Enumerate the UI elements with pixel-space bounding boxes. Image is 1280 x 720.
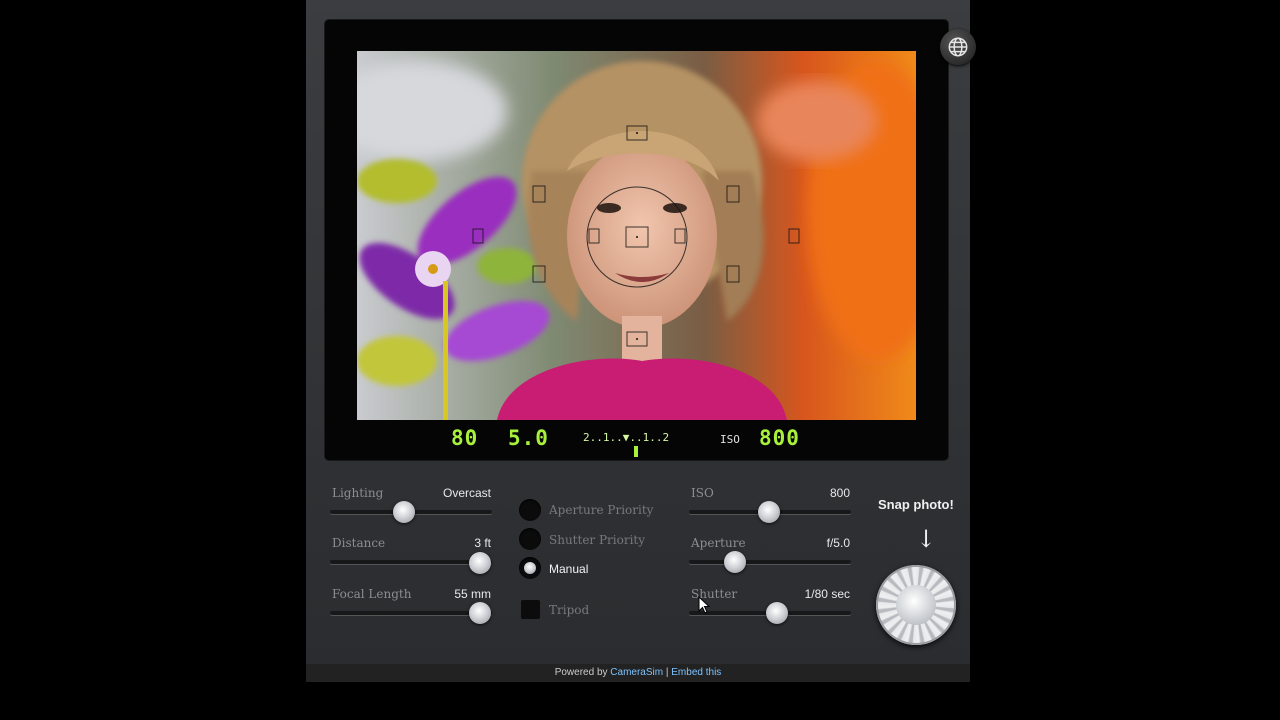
shutter-value: 1/80 sec [804, 587, 850, 601]
distance-label: Distance [332, 536, 386, 550]
mode-shutter-priority-radio[interactable] [519, 528, 541, 550]
tripod-checkbox[interactable] [521, 600, 540, 619]
distance-slider-knob[interactable] [468, 552, 491, 574]
aperture-label: Aperture [691, 536, 746, 550]
distance-slider-track[interactable] [330, 560, 492, 564]
globe-icon[interactable] [940, 29, 976, 65]
exposure-meter-scale: 2..1..▼..1..2 [583, 431, 670, 444]
aperture-slider-track[interactable] [689, 560, 851, 564]
viewfinder: 80 5.0 2..1..▼..1..2 ISO 800 [325, 20, 976, 460]
footer-separator: | [665, 667, 669, 678]
iso-slider-knob[interactable] [757, 501, 780, 523]
readout-shutter: 80 [451, 426, 479, 450]
focal-length-slider-track[interactable] [330, 611, 492, 615]
snap-photo-button[interactable] [876, 565, 956, 645]
snap-photo-label: Snap photo! [878, 497, 954, 512]
camerasim-link[interactable]: CameraSim [610, 667, 663, 678]
shutter-slider-knob[interactable] [766, 602, 788, 624]
readout-iso-label: ISO [720, 433, 740, 446]
mode-aperture-priority-radio[interactable] [519, 499, 541, 521]
iso-label: ISO [691, 486, 714, 500]
focal-length-slider-knob[interactable] [468, 602, 491, 624]
lighting-slider-knob[interactable] [393, 501, 415, 523]
footer-powered-by: Powered by [554, 667, 608, 678]
mode-shutter-priority-label[interactable]: Shutter Priority [549, 533, 645, 547]
mode-aperture-priority-label[interactable]: Aperture Priority [549, 503, 653, 517]
distance-value: 3 ft [474, 536, 491, 550]
readout-aperture: 5.0 [508, 426, 549, 450]
iso-value: 800 [829, 486, 850, 500]
aperture-value: f/5.0 [826, 536, 850, 550]
exposure-readout: 80 5.0 2..1..▼..1..2 ISO 800 [325, 424, 948, 460]
footer: Powered by CameraSim | Embed this [306, 664, 970, 682]
readout-iso: 800 [759, 426, 800, 450]
lighting-label: Lighting [332, 486, 384, 500]
focal-length-value: 55 mm [454, 587, 491, 601]
embed-link[interactable]: Embed this [671, 667, 721, 678]
camerasim-app: 80 5.0 2..1..▼..1..2 ISO 800 Lighting Ov… [306, 0, 976, 682]
arrow-down-icon: ↓ [916, 525, 937, 553]
mode-manual-radio[interactable] [519, 557, 541, 579]
aperture-slider-knob[interactable] [724, 551, 746, 573]
focal-length-label: Focal Length [332, 587, 412, 601]
exposure-indicator [634, 446, 638, 457]
tripod-label[interactable]: Tripod [549, 603, 589, 617]
viewfinder-photo [357, 51, 916, 420]
mode-manual-label[interactable]: Manual [549, 562, 588, 576]
cursor-icon [698, 595, 711, 618]
lighting-value: Overcast [442, 486, 491, 500]
